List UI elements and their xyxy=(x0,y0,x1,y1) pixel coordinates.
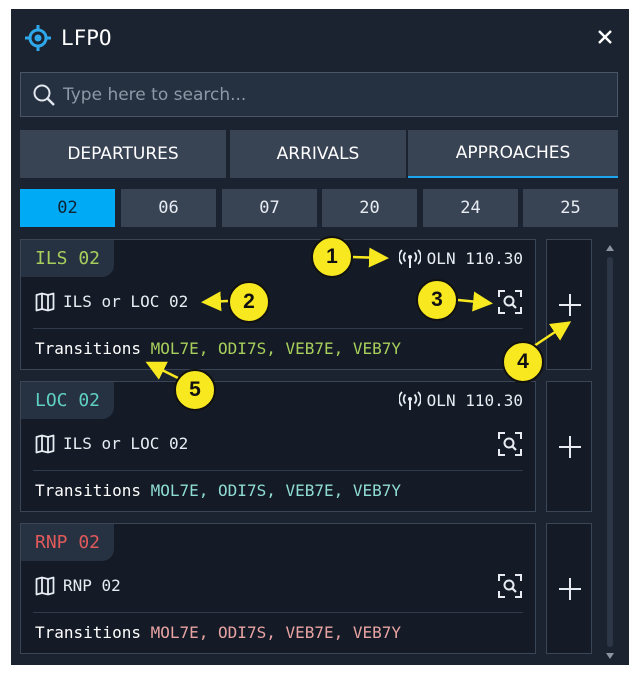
callout-badge-2: 2 xyxy=(228,281,270,323)
transitions-row: Transitions MOL7E, ODI7S, VEB7E, VEB7Y xyxy=(35,622,401,644)
approach-card-loc-02[interactable]: LOC 02 OLN 110.30 ILS or LOC 02 Transiti… xyxy=(20,381,536,512)
callout-badge-4: 4 xyxy=(502,341,544,383)
zoom-preview-icon[interactable] xyxy=(497,573,523,599)
callout-badge-1: 1 xyxy=(311,236,353,278)
procedure-chart-link[interactable]: ILS or LOC 02 xyxy=(35,432,188,456)
approach-name: RNP 02 xyxy=(21,524,115,561)
frequency-info: OLN 110.30 xyxy=(398,388,523,414)
procedure-chart-link[interactable]: RNP 02 xyxy=(35,574,121,598)
frequency-label: OLN 110.30 xyxy=(426,391,523,410)
airport-title: LFPO xyxy=(61,26,112,50)
transitions-list[interactable]: MOL7E, ODI7S, VEB7E, VEB7Y xyxy=(151,339,401,358)
runway-button-24[interactable]: 24 xyxy=(423,189,518,227)
search-icon xyxy=(33,84,55,106)
procedure-name: ILS or LOC 02 xyxy=(63,434,189,453)
tab-arrivals[interactable]: ARRIVALS xyxy=(230,130,406,178)
callout-badge-5: 5 xyxy=(174,369,216,411)
map-icon xyxy=(35,434,55,454)
search-box xyxy=(20,72,618,117)
transitions-list[interactable]: MOL7E, ODI7S, VEB7E, VEB7Y xyxy=(151,481,401,500)
approach-card-rnp-02[interactable]: RNP 02 RNP 02 Transitions MOL7E, ODI7S, … xyxy=(20,523,536,654)
callout-badge-3: 3 xyxy=(416,279,458,321)
runway-button-02[interactable]: 02 xyxy=(20,189,115,227)
scroll-down-arrow-icon[interactable] xyxy=(606,653,614,659)
transitions-row: Transitions MOL7E, ODI7S, VEB7E, VEB7Y xyxy=(35,338,401,360)
transitions-row: Transitions MOL7E, ODI7S, VEB7E, VEB7Y xyxy=(35,480,401,502)
frequency-label: OLN 110.30 xyxy=(426,249,523,268)
crosshair-target-icon xyxy=(25,25,51,51)
divider xyxy=(33,328,523,329)
approach-card-ils-02[interactable]: ILS 02 OLN 110.30 ILS or LOC 02 Transiti… xyxy=(20,239,536,370)
tab-departures[interactable]: DEPARTURES xyxy=(20,130,226,178)
plus-icon xyxy=(559,436,581,458)
runway-button-20[interactable]: 20 xyxy=(322,189,417,227)
add-approach-button[interactable] xyxy=(546,523,592,654)
divider xyxy=(33,470,523,471)
panel-header: LFPO xyxy=(11,9,629,67)
plus-icon xyxy=(559,294,581,316)
runway-button-07[interactable]: 07 xyxy=(222,189,317,227)
procedure-chart-link[interactable]: ILS or LOC 02 xyxy=(35,290,188,314)
transitions-label: Transitions xyxy=(35,339,141,358)
procedure-name: RNP 02 xyxy=(63,576,121,595)
scroll-up-arrow-icon[interactable] xyxy=(606,245,614,251)
transitions-label: Transitions xyxy=(35,481,141,500)
approach-name: LOC 02 xyxy=(21,382,115,419)
add-approach-button[interactable] xyxy=(546,381,592,512)
zoom-preview-icon[interactable] xyxy=(497,289,523,315)
scroll-track[interactable] xyxy=(607,257,613,647)
transitions-list[interactable]: MOL7E, ODI7S, VEB7E, VEB7Y xyxy=(151,623,401,642)
approach-name: ILS 02 xyxy=(21,240,115,277)
procedure-tabs: DEPARTURES ARRIVALS APPROACHES xyxy=(20,130,618,178)
transitions-label: Transitions xyxy=(35,623,141,642)
approach-list: ILS 02 OLN 110.30 ILS or LOC 02 Transiti… xyxy=(20,239,618,665)
frequency-info: OLN 110.30 xyxy=(398,246,523,272)
search-input[interactable] xyxy=(63,73,603,116)
tab-approaches[interactable]: APPROACHES xyxy=(408,130,618,178)
radio-antenna-icon xyxy=(398,391,421,410)
map-icon xyxy=(35,576,55,596)
add-approach-button[interactable] xyxy=(546,239,592,370)
zoom-preview-icon[interactable] xyxy=(497,431,523,457)
runway-button-25[interactable]: 25 xyxy=(523,189,618,227)
radio-antenna-icon xyxy=(398,249,421,268)
runway-button-06[interactable]: 06 xyxy=(121,189,216,227)
divider xyxy=(33,612,523,613)
airport-procedures-panel: LFPO DEPARTURES ARRIVALS APPROACHES 02 0… xyxy=(11,9,629,665)
map-icon xyxy=(35,292,55,312)
procedure-name: ILS or LOC 02 xyxy=(63,292,189,311)
scrollbar[interactable] xyxy=(602,239,618,665)
close-icon[interactable] xyxy=(595,27,615,47)
runway-selector: 02 06 07 20 24 25 xyxy=(20,189,618,227)
plus-icon xyxy=(559,578,581,600)
